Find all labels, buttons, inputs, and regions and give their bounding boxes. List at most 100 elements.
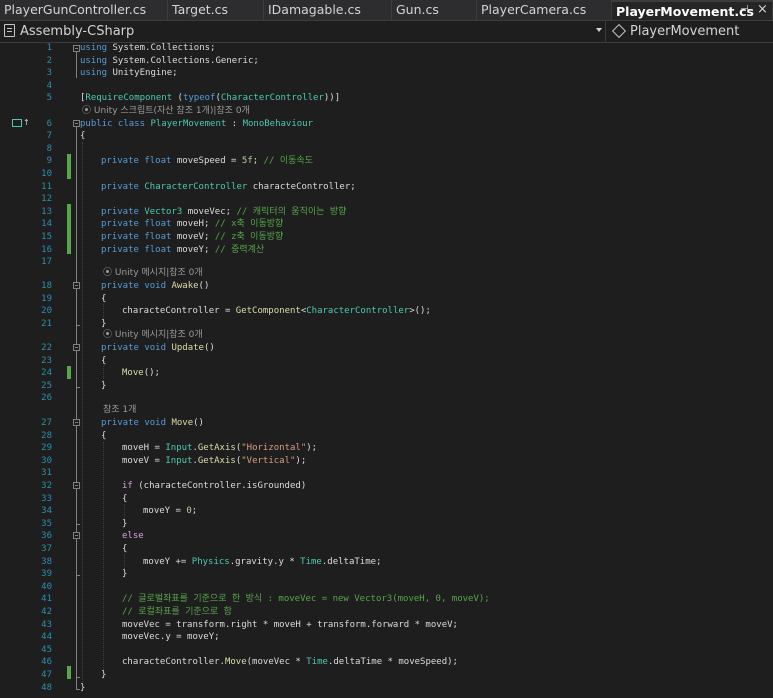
- tab-label: IDamagable.cs: [268, 2, 361, 17]
- close-tab-icon[interactable]: ×: [757, 0, 768, 20]
- tab-player-movement[interactable]: PlayerMovement.cs: [612, 0, 773, 20]
- codelens-text: 참조 1개: [103, 405, 137, 415]
- line-number: 16: [41, 244, 52, 255]
- code-line: 31: [0, 467, 773, 479]
- token: ))]: [323, 93, 341, 104]
- code-line: 5 [RequireComponent (typeof(CharacterCon…: [0, 92, 773, 104]
- code-line: 48 }: [0, 682, 773, 694]
- string: "Vertical": [241, 455, 296, 466]
- keyword: private float: [101, 244, 172, 255]
- code-line: 30 moveV = Input.GetAxis("Vertical");: [0, 455, 773, 467]
- line-number: 40: [41, 581, 52, 592]
- code-line: 2 using System.Collections.Generic;: [0, 55, 773, 67]
- line-number: 11: [41, 181, 52, 192]
- token: Input: [165, 455, 193, 466]
- token: Time: [306, 657, 328, 668]
- code-text: private void Awake(): [101, 280, 209, 292]
- codelens-text: Unity 메시지|참조 0개: [114, 268, 203, 278]
- code-line: 39 }: [0, 568, 773, 580]
- project-name: Assembly-CSharp: [20, 24, 135, 39]
- token: Physics: [191, 556, 230, 567]
- code-text: private void Move(): [101, 417, 204, 429]
- token: CharacterController: [306, 306, 410, 317]
- code-text: private Vector3 moveVec; // 캐릭터의 움직이는 방향: [101, 206, 346, 218]
- code-line: 20 characteController = GetComponent<Cha…: [0, 305, 773, 317]
- tab-target[interactable]: Target.cs: [168, 0, 264, 20]
- tab-gun[interactable]: Gun.cs: [392, 0, 477, 20]
- line-number: 9: [46, 156, 52, 167]
- line-number: 15: [41, 232, 52, 242]
- token: moveY;: [171, 244, 215, 255]
- tab-label: Gun.cs: [396, 2, 439, 17]
- code-line: 42 // 로컬좌표를 기준으로 함: [0, 606, 773, 618]
- keyword: private void: [101, 418, 167, 428]
- code-line: 13 private Vector3 moveVec; // 캐릭터의 움직이는…: [0, 206, 773, 218]
- code-line: 11 private CharacterController characteC…: [0, 181, 773, 193]
- tab-label: PlayerCamera.cs: [481, 2, 587, 17]
- code-line: 38 moveY += Physics.gravity.y * Time.del…: [0, 556, 773, 568]
- code-text: }: [80, 682, 86, 693]
- keyword: if: [122, 481, 133, 491]
- keyword: private float: [101, 156, 172, 167]
- code-line: 46 characteController.Move(moveVec * Tim…: [0, 656, 773, 668]
- token: moveY +=: [143, 556, 192, 567]
- code-text: else: [122, 530, 144, 542]
- code-text: using UnityEngine;: [80, 67, 178, 79]
- line-number: 8: [46, 143, 52, 154]
- method: Move: [122, 368, 144, 379]
- code-text: {: [101, 355, 107, 366]
- keyword: public class: [80, 118, 146, 129]
- codelens-references[interactable]: ⦿ Unity 메시지|참조 0개: [103, 267, 203, 279]
- codelens-references[interactable]: 참조 1개: [103, 404, 136, 416]
- code-line: 6 public class PlayerMovement : MonoBeha…: [0, 118, 773, 130]
- line-number: 36: [41, 531, 52, 542]
- project-dropdown[interactable]: Assembly-CSharp: [0, 21, 606, 42]
- token: (: [172, 93, 183, 104]
- token: (moveVec *: [246, 657, 307, 668]
- code-text: private void Update(): [101, 342, 215, 354]
- line-number: 21: [41, 318, 52, 329]
- code-text: moveVec = transform.right * moveH + tran…: [122, 619, 458, 630]
- line-number: 24: [41, 368, 52, 379]
- code-line: 37 {: [0, 543, 773, 555]
- codelens-references[interactable]: ⦿ Unity 스크립트(자산 참조 1개)|참조 0개: [82, 105, 250, 117]
- keyword: else: [122, 531, 144, 542]
- line-number: 27: [41, 418, 52, 428]
- token: (): [198, 281, 210, 291]
- tab-player-gun-controller[interactable]: PlayerGunController.cs: [0, 0, 168, 20]
- token: characteController;: [247, 181, 356, 192]
- codelens-references[interactable]: ⦿ Unity 메시지|참조 0개: [103, 329, 203, 341]
- tab-idamagable[interactable]: IDamagable.cs: [264, 0, 392, 20]
- method: Update: [166, 343, 204, 353]
- code-line: 40: [0, 581, 773, 593]
- keyword: using: [80, 43, 108, 53]
- keyword: private float: [101, 219, 172, 230]
- tab-player-camera[interactable]: PlayerCamera.cs: [477, 0, 612, 20]
- code-text: using System.Collections.Generic;: [80, 55, 259, 67]
- code-text: }: [101, 670, 107, 680]
- navigation-bar: Assembly-CSharp PlayerMovement: [0, 21, 773, 43]
- line-number: 44: [41, 632, 52, 643]
- code-editor[interactable]: ↑ 1 using System.Collections; 2 using Sy…: [0, 42, 773, 698]
- code-text: {: [101, 293, 107, 304]
- line-number: 14: [41, 219, 52, 230]
- token: (characteController.isGrounded): [132, 481, 307, 491]
- code-text: moveV = Input.GetAxis("Vertical");: [122, 455, 306, 467]
- keyword: using: [80, 55, 108, 66]
- method: GetAxis: [197, 455, 236, 466]
- line-number: 39: [41, 569, 52, 580]
- string: "Horizontal": [241, 443, 307, 454]
- line-number: 10: [41, 169, 52, 179]
- keyword: private void: [101, 281, 167, 291]
- token: moveH =: [122, 443, 166, 454]
- pin-tab-icon[interactable]: ⊣: [740, 0, 749, 20]
- line-number: 47: [41, 670, 52, 680]
- token: ;: [191, 506, 198, 517]
- code-line: 29 moveH = Input.GetAxis("Horizontal");: [0, 442, 773, 454]
- token: .gravity.y *: [229, 556, 301, 567]
- token: System.Collections.Generic;: [107, 55, 259, 66]
- line-number: 31: [41, 468, 52, 479]
- code-line: 7 {: [0, 130, 773, 142]
- code-line: 15 private float moveV; // z축 이동방향: [0, 231, 773, 243]
- code-text: private float moveV; // z축 이동방향: [101, 231, 283, 243]
